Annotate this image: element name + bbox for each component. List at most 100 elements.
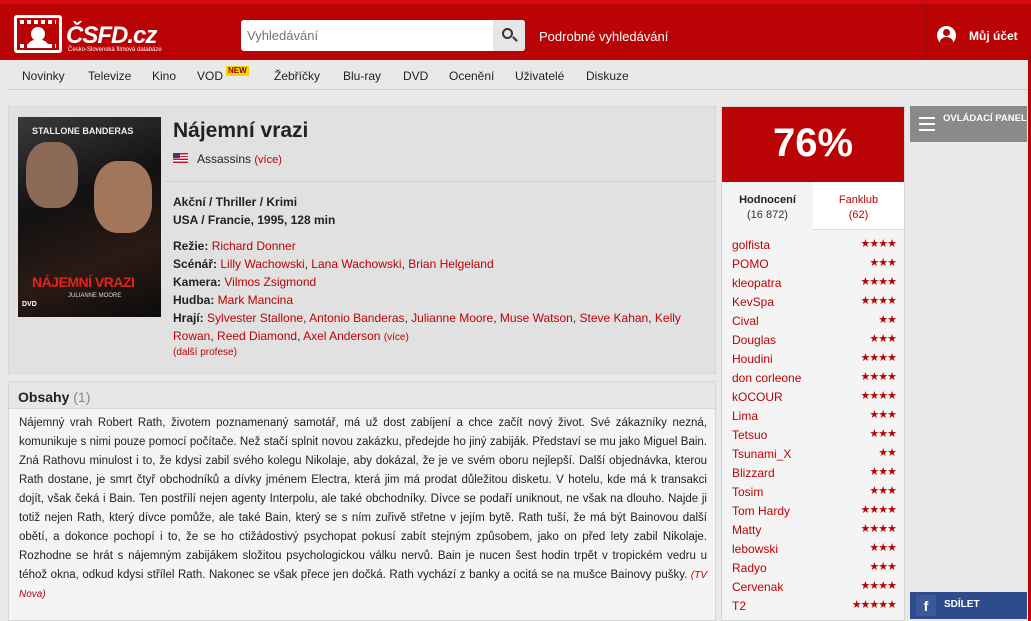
user-link[interactable]: don corleone (732, 371, 801, 385)
person-link[interactable]: Mark Mancina (218, 293, 293, 307)
star-rating-icon: ★★★ (869, 409, 897, 421)
user-rating-row: don corleone ★★★★ (732, 369, 897, 388)
user-ratings-list: golfista ★★★★ POMO ★★★ kleopatra ★★★★ KevSpa ★★… (732, 236, 897, 616)
user-rating-row: Tom Hardy ★★★★ (732, 502, 897, 521)
nav-diskuze[interactable]: Diskuze (586, 69, 629, 83)
share-label: SDÍLET (944, 599, 980, 610)
person-link[interactable]: Muse Watson (500, 311, 573, 325)
person-link[interactable]: Richard Donner (212, 239, 296, 253)
user-rating-row: KevSpa ★★★★ (732, 293, 897, 312)
film-info-panel: STALLONE BANDERAS NÁJEMNÍ VRAZI JULIANNE… (8, 106, 716, 374)
star-rating-icon: ★★★★ (860, 371, 897, 383)
user-link[interactable]: Radyo (732, 561, 767, 575)
user-rating-row: Blizzard ★★★ (732, 464, 897, 483)
user-link[interactable]: kleopatra (732, 276, 781, 290)
person-link[interactable]: Lilly Wachowski (220, 257, 304, 271)
film-genres: Akční / Thriller / Krimi (173, 195, 298, 209)
user-rating-row: Cival ★★ (732, 312, 897, 331)
person-link[interactable]: Steve Kahan (580, 311, 649, 325)
user-link[interactable]: Houdini (732, 352, 773, 366)
user-rating-row: Tosim ★★★ (732, 483, 897, 502)
star-rating-icon: ★★★ (869, 561, 897, 573)
share-button[interactable]: f SDÍLET (910, 592, 1027, 619)
search-button[interactable] (493, 20, 525, 51)
star-rating-icon: ★★★★ (860, 276, 897, 288)
plot-panel: Obsahy (1) Nájemný vrah Robert Rath, živ… (8, 381, 716, 621)
rating-value: 76% (772, 121, 854, 165)
user-link[interactable]: Cervenak (732, 580, 783, 594)
star-rating-icon: ★★★ (869, 333, 897, 345)
person-link[interactable]: Reed Diamond (217, 329, 297, 343)
search-input[interactable] (241, 20, 493, 51)
user-link[interactable]: kOCOUR (732, 390, 783, 404)
person-link[interactable]: Lana Wachowski (311, 257, 401, 271)
person-link[interactable]: Antonio Banderas (309, 311, 404, 325)
nav-oceneni[interactable]: Ocenění (449, 69, 494, 83)
star-rating-icon: ★★★★ (860, 390, 897, 402)
user-rating-row: Douglas ★★★ (732, 331, 897, 350)
film-poster[interactable]: STALLONE BANDERAS NÁJEMNÍ VRAZI JULIANNE… (18, 117, 161, 317)
user-link[interactable]: Tetsuo (732, 428, 767, 442)
star-rating-icon: ★★★★ (860, 504, 897, 516)
user-link[interactable]: KevSpa (732, 295, 774, 309)
user-link[interactable]: POMO (732, 257, 769, 271)
film-frame-icon (14, 15, 62, 53)
star-rating-icon: ★★★★★ (851, 599, 897, 611)
user-link[interactable]: Tom Hardy (732, 504, 790, 518)
top-bar: ČSFD.cz Česko-Slovenská filmová databáze… (0, 0, 1031, 60)
user-link[interactable]: Douglas (732, 333, 776, 347)
person-link[interactable]: Vilmos Zsigmond (224, 275, 316, 289)
advanced-search-link[interactable]: Podrobné vyhledávání (539, 29, 668, 44)
user-icon (937, 26, 956, 45)
plot-header: Obsahy (1) (9, 382, 715, 409)
user-link[interactable]: Cival (732, 314, 759, 328)
nav-bluray[interactable]: Blu-ray (343, 69, 381, 83)
user-rating-row: kOCOUR ★★★★ (732, 388, 897, 407)
account-button[interactable]: Můj účet (926, 4, 1031, 60)
person-link[interactable]: Axel Anderson (303, 329, 380, 343)
user-rating-row: Tetsuo ★★★ (732, 426, 897, 445)
user-link[interactable]: Tsunami_X (732, 447, 791, 461)
directing-row: Režie: Richard Donner (173, 239, 296, 253)
logo-subtitle: Česko-Slovenská filmová databáze (68, 47, 162, 53)
music-row: Hudba: Mark Mancina (173, 293, 294, 307)
alt-title: Assassins (více) (197, 152, 282, 166)
usa-flag-icon (173, 153, 188, 163)
screenplay-row: Scénář: Lilly Wachowski, Lana Wachowski,… (173, 257, 494, 271)
rating-average: 76% (722, 107, 904, 182)
nav-vod[interactable]: VOD (197, 69, 223, 83)
user-link[interactable]: T2 (732, 599, 746, 613)
star-rating-icon: ★★★★ (860, 295, 897, 307)
user-rating-row: Tsunami_X ★★ (732, 445, 897, 464)
alt-title-more-link[interactable]: (více) (254, 154, 282, 166)
user-link[interactable]: Tosim (732, 485, 763, 499)
star-rating-icon: ★★★ (869, 485, 897, 497)
nav-dvd[interactable]: DVD (403, 69, 428, 83)
search-box (241, 20, 525, 51)
new-badge: NEW (226, 66, 249, 76)
control-panel-button[interactable]: OVLÁDACÍ PANEL (910, 106, 1027, 142)
person-link[interactable]: Brian Helgeland (408, 257, 493, 271)
person-link[interactable]: Sylvester Stallone (207, 311, 303, 325)
user-rating-row: Houdini ★★★★ (732, 350, 897, 369)
nav-novinky[interactable]: Novinky (22, 69, 65, 83)
user-link[interactable]: Blizzard (732, 466, 775, 480)
nav-televize[interactable]: Televize (88, 69, 131, 83)
user-rating-row: golfista ★★★★ (732, 236, 897, 255)
person-link[interactable]: Julianne Moore (411, 311, 493, 325)
tab-ratings[interactable]: Hodnocení (16 872) (722, 182, 813, 230)
user-link[interactable]: lebowski (732, 542, 778, 556)
user-link[interactable]: golfista (732, 238, 770, 252)
nav-zebricky[interactable]: Žebříčky (274, 69, 320, 83)
nav-uzivatele[interactable]: Uživatelé (515, 69, 564, 83)
user-link[interactable]: Lima (732, 409, 758, 423)
cast-more-link[interactable]: (více) (384, 332, 409, 343)
user-link[interactable]: Matty (732, 523, 761, 537)
csfd-logo[interactable]: ČSFD.cz Česko-Slovenská filmová databáze (14, 15, 184, 57)
more-professions-link[interactable]: (další profese) (173, 347, 237, 358)
film-title: Nájemní vrazi (173, 119, 309, 142)
star-rating-icon: ★★★ (869, 466, 897, 478)
nav-kino[interactable]: Kino (152, 69, 176, 83)
user-rating-row: Matty ★★★★ (732, 521, 897, 540)
tab-fanclub[interactable]: Fanklub (62) (813, 182, 904, 230)
